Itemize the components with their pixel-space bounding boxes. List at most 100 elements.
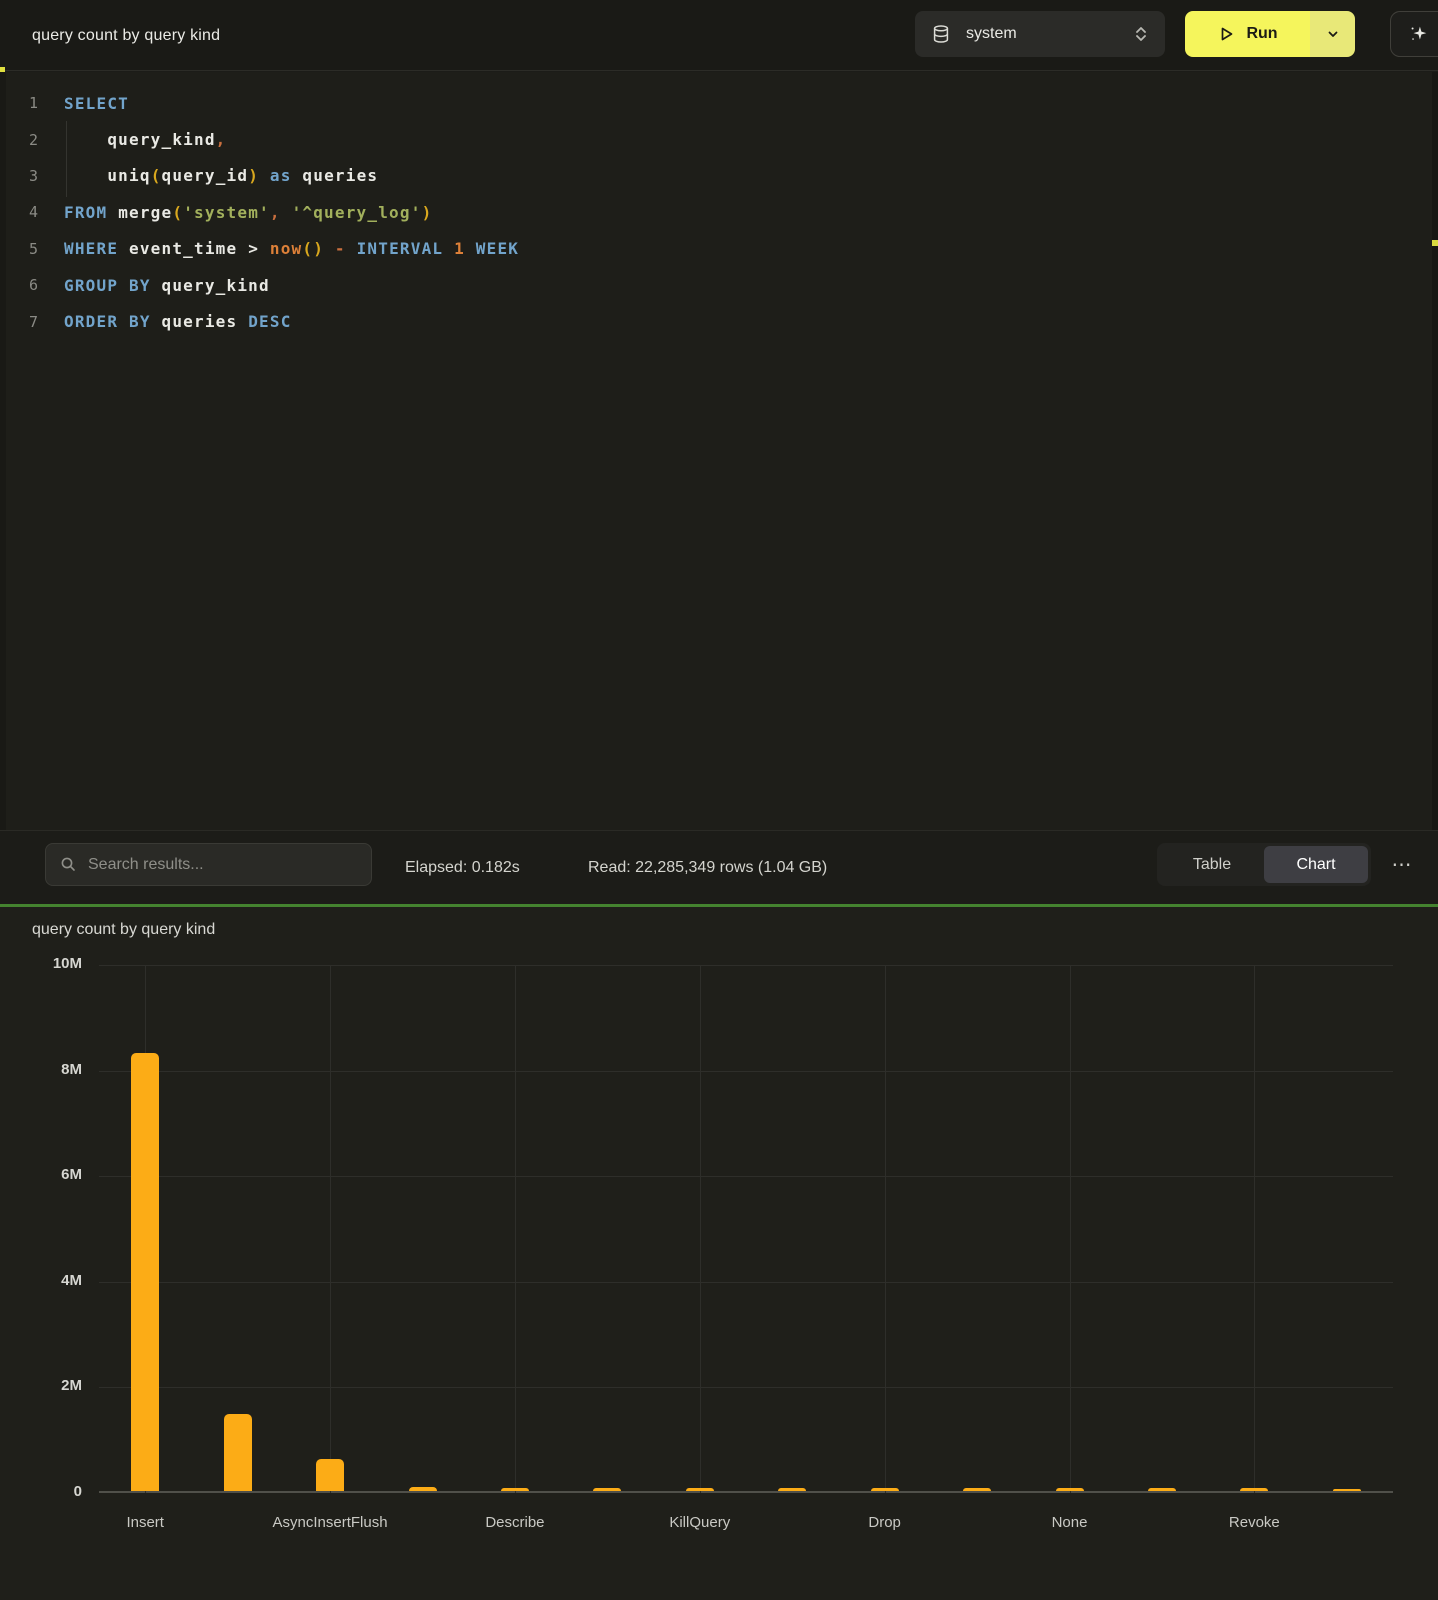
x-axis-tick-label: Drop xyxy=(810,1514,960,1531)
y-gridline xyxy=(99,965,1393,966)
code-token: () xyxy=(302,239,324,258)
search-results-box xyxy=(45,843,372,886)
database-selector-value: system xyxy=(966,25,1133,43)
code-line: 2 query_kind, xyxy=(0,121,1438,157)
code-lines: 1 SELECT 2 query_kind,3 uniq(query_id) as … xyxy=(0,85,1438,340)
x-axis-tick-label: Revoke xyxy=(1179,1514,1329,1531)
elapsed-stat: Elapsed: 0.182s xyxy=(405,831,520,905)
code-token: query_kind xyxy=(162,276,270,295)
y-gridline xyxy=(99,1071,1393,1072)
code-token xyxy=(465,239,476,258)
code-token xyxy=(281,203,292,222)
search-results-input[interactable] xyxy=(88,856,357,874)
code-text: ORDER BY queries DESC xyxy=(64,312,292,331)
code-token xyxy=(443,239,454,258)
code-token: query_id xyxy=(162,166,249,185)
header-bar: query count by query kind system Run xyxy=(0,0,1438,71)
editor-left-gutter-strip xyxy=(0,72,6,830)
chart-bar[interactable] xyxy=(409,1487,437,1491)
code-token xyxy=(292,166,303,185)
code-token: , xyxy=(216,130,227,149)
code-line: 3 uniq(query_id) as queries xyxy=(0,158,1438,194)
code-token xyxy=(118,239,129,258)
code-line: 5WHERE event_time > now() - INTERVAL 1 W… xyxy=(0,231,1438,267)
chart-bar[interactable] xyxy=(1240,1488,1268,1491)
code-token xyxy=(64,166,107,185)
tab-chart[interactable]: Chart xyxy=(1264,846,1368,883)
x-axis-tick-label: None xyxy=(995,1514,1145,1531)
chart-bar[interactable] xyxy=(593,1488,621,1491)
y-gridline xyxy=(99,1282,1393,1283)
code-token xyxy=(259,166,270,185)
code-token: INTERVAL xyxy=(357,239,444,258)
code-line: 7ORDER BY queries DESC xyxy=(0,303,1438,339)
code-token: as xyxy=(270,166,292,185)
chart-bar[interactable] xyxy=(224,1414,252,1491)
x-axis-tick-label: KillQuery xyxy=(625,1514,775,1531)
code-line: 6GROUP BY query_kind xyxy=(0,267,1438,303)
chart-bar[interactable] xyxy=(1056,1488,1084,1491)
code-text: FROM merge('system', '^query_log') xyxy=(64,203,432,222)
chart-bar[interactable] xyxy=(131,1053,159,1491)
view-toggle: Table Chart xyxy=(1157,843,1371,886)
sparkle-icon xyxy=(1408,23,1430,45)
code-token: 1 xyxy=(454,239,465,258)
code-token: ) xyxy=(422,203,433,222)
chart-bar[interactable] xyxy=(778,1488,806,1491)
code-token: now xyxy=(270,239,303,258)
run-button[interactable]: Run xyxy=(1185,11,1310,57)
run-options-button[interactable] xyxy=(1310,11,1355,57)
database-selector[interactable]: system xyxy=(915,11,1165,57)
code-token: query_kind xyxy=(107,130,215,149)
editor-scrollbar[interactable] xyxy=(1432,72,1438,830)
y-axis-tick-label: 0 xyxy=(30,1483,82,1500)
code-text: query_kind, xyxy=(64,130,227,149)
x-axis-tick-label: Insert xyxy=(70,1514,220,1531)
ai-assistant-button[interactable] xyxy=(1390,11,1438,57)
chart-plot xyxy=(99,965,1393,1493)
code-token: ) xyxy=(248,166,259,185)
chart-bar[interactable] xyxy=(686,1488,714,1491)
code-token: SELECT xyxy=(64,94,129,113)
code-token: GROUP BY xyxy=(64,276,151,295)
editor-change-marker xyxy=(0,67,5,72)
chart-section: query count by query kind 02M4M6M8M10M I… xyxy=(0,907,1438,1600)
play-icon xyxy=(1217,25,1235,43)
code-token: uniq xyxy=(107,166,150,185)
code-token: queries xyxy=(162,312,238,331)
x-axis-tick-label: Describe xyxy=(440,1514,590,1531)
sql-editor[interactable]: 1 SELECT 2 query_kind,3 uniq(query_id) as … xyxy=(0,72,1438,830)
y-gridline xyxy=(99,1176,1393,1177)
y-axis-tick-label: 2M xyxy=(30,1377,82,1394)
scrollbar-change-marker xyxy=(1432,240,1438,246)
chevron-down-icon xyxy=(1326,27,1340,41)
chart-bar[interactable] xyxy=(871,1488,899,1491)
chart-bar[interactable] xyxy=(1333,1489,1361,1491)
tab-table[interactable]: Table xyxy=(1160,846,1264,883)
code-token: ( xyxy=(172,203,183,222)
x-gridline xyxy=(1254,965,1255,1493)
database-icon xyxy=(931,24,951,44)
chart-bar[interactable] xyxy=(316,1459,344,1491)
x-gridline xyxy=(700,965,701,1493)
code-line: 4FROM merge('system', '^query_log') xyxy=(0,194,1438,230)
code-token: event_time xyxy=(129,239,237,258)
code-token: ORDER BY xyxy=(64,312,151,331)
chart-bar[interactable] xyxy=(501,1488,529,1491)
more-options-button[interactable]: ⋯ xyxy=(1382,843,1422,886)
code-token: , xyxy=(270,203,281,222)
x-gridline xyxy=(330,965,331,1493)
y-axis-tick-label: 6M xyxy=(30,1166,82,1183)
code-token: queries xyxy=(302,166,378,185)
code-text: SELECT xyxy=(64,94,129,113)
code-token xyxy=(64,130,107,149)
x-gridline xyxy=(515,965,516,1493)
results-toolbar: Elapsed: 0.182s Read: 22,285,349 rows (1… xyxy=(0,830,1438,904)
chart-title: query count by query kind xyxy=(32,921,215,939)
chart-bar[interactable] xyxy=(1148,1488,1176,1491)
code-token xyxy=(324,239,335,258)
y-gridline xyxy=(99,1387,1393,1388)
code-token: ( xyxy=(151,166,162,185)
chart-bar[interactable] xyxy=(963,1488,991,1491)
y-axis-tick-label: 8M xyxy=(30,1061,82,1078)
